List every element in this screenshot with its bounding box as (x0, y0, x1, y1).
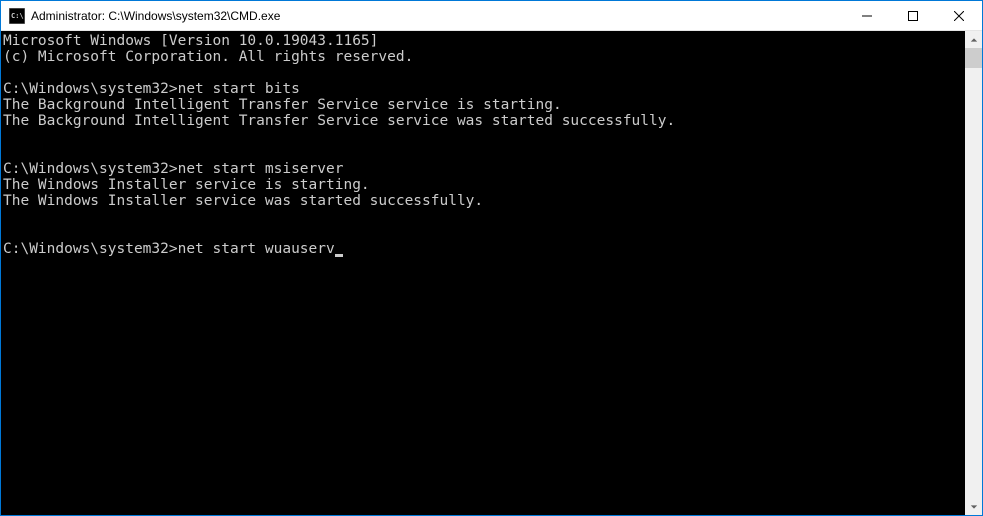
titlebar[interactable]: C:\ Administrator: C:\Windows\system32\C… (1, 1, 982, 31)
svg-text:C:\: C:\ (11, 12, 24, 20)
terminal-line (3, 225, 963, 241)
maximize-button[interactable] (890, 1, 936, 30)
terminal-area: Microsoft Windows [Version 10.0.19043.11… (1, 31, 982, 515)
terminal-line: The Background Intelligent Transfer Serv… (3, 97, 963, 113)
cmd-window: C:\ Administrator: C:\Windows\system32\C… (1, 1, 982, 515)
terminal-line: C:\Windows\system32>net start msiserver (3, 161, 963, 177)
close-button[interactable] (936, 1, 982, 30)
terminal-line (3, 129, 963, 145)
terminal-line: C:\Windows\system32>net start wuauserv (3, 241, 963, 257)
minimize-button[interactable] (844, 1, 890, 30)
cmd-icon: C:\ (9, 8, 25, 24)
terminal-line (3, 65, 963, 81)
vertical-scrollbar[interactable] (965, 31, 982, 515)
terminal[interactable]: Microsoft Windows [Version 10.0.19043.11… (1, 31, 965, 515)
scroll-down-button[interactable] (965, 498, 982, 515)
window-controls (844, 1, 982, 30)
terminal-line: The Windows Installer service is startin… (3, 177, 963, 193)
terminal-line: The Windows Installer service was starte… (3, 193, 963, 209)
terminal-line: The Background Intelligent Transfer Serv… (3, 113, 963, 129)
terminal-line (3, 209, 963, 225)
window-title: Administrator: C:\Windows\system32\CMD.e… (31, 9, 844, 23)
cursor (335, 254, 343, 257)
terminal-line (3, 145, 963, 161)
scroll-up-button[interactable] (965, 31, 982, 48)
scroll-track[interactable] (965, 48, 982, 498)
scroll-thumb[interactable] (965, 48, 982, 68)
terminal-line: C:\Windows\system32>net start bits (3, 81, 963, 97)
terminal-line: Microsoft Windows [Version 10.0.19043.11… (3, 33, 963, 49)
terminal-line: (c) Microsoft Corporation. All rights re… (3, 49, 963, 65)
